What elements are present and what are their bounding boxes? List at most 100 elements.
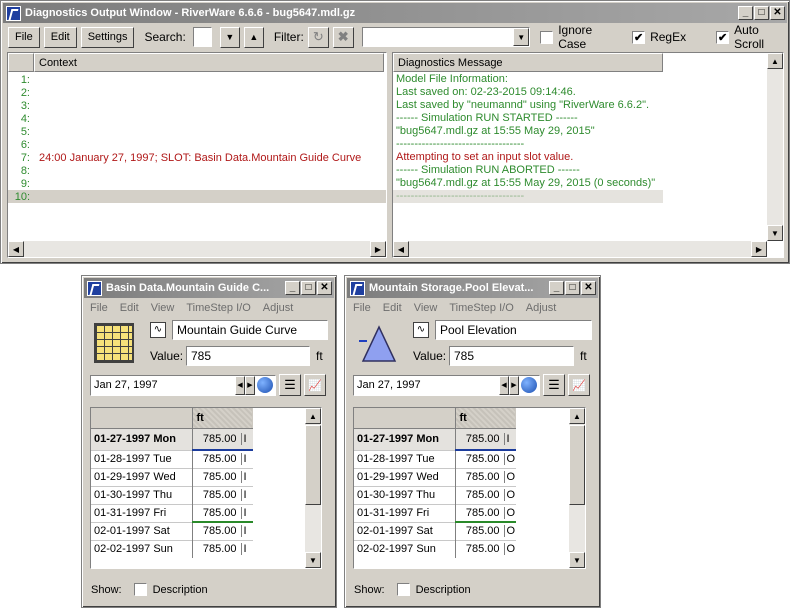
maximize-icon[interactable]: □ bbox=[301, 281, 316, 295]
scroll-down-icon[interactable]: ▼ bbox=[305, 552, 321, 568]
context-row[interactable]: 10: bbox=[8, 190, 386, 203]
menu-timestep-i-o[interactable]: TimeStep I/O bbox=[186, 302, 250, 314]
row-value[interactable]: 785.00 O bbox=[455, 449, 516, 468]
plot-button[interactable]: 📈 bbox=[568, 374, 590, 396]
edit-button[interactable]: Edit bbox=[43, 26, 77, 48]
table-row[interactable]: 01-31-1997 Fri 785.00 O bbox=[354, 503, 516, 522]
scroll-down-icon[interactable]: ▼ bbox=[569, 552, 585, 568]
table-row[interactable]: 01-29-1997 Wed 785.00 O bbox=[354, 467, 516, 486]
context-hscrollbar[interactable]: ◀ ▶ bbox=[8, 241, 386, 257]
context-header[interactable]: Context bbox=[34, 53, 384, 72]
search-down-button[interactable]: ▼ bbox=[219, 26, 240, 48]
row-value[interactable]: 785.00 I bbox=[192, 539, 253, 558]
context-row[interactable]: 7: 24:00 January 27, 1997; SLOT: Basin Da… bbox=[8, 151, 386, 164]
maximize-icon[interactable]: □ bbox=[754, 6, 769, 20]
refresh-filter-button[interactable]: ↻ bbox=[307, 26, 329, 48]
date-next-icon[interactable]: ▶ bbox=[509, 375, 519, 395]
row-value[interactable]: 785.00 I bbox=[192, 449, 253, 468]
table-row[interactable]: 01-27-1997 Mon 785.00 I bbox=[354, 427, 516, 450]
scroll-up-icon[interactable]: ▲ bbox=[305, 408, 321, 424]
message-row[interactable]: "bug5647.mdl.gz at 15:55 May 29, 2015 (0… bbox=[393, 177, 663, 190]
context-row[interactable]: 1: bbox=[8, 73, 386, 86]
row-value[interactable]: 785.00 I bbox=[455, 427, 516, 450]
row-value[interactable]: 785.00 I bbox=[192, 467, 253, 486]
table-row[interactable]: 02-01-1997 Sat 785.00 I bbox=[91, 521, 253, 540]
table-row[interactable]: 01-29-1997 Wed 785.00 I bbox=[91, 467, 253, 486]
menu-edit[interactable]: Edit bbox=[120, 302, 139, 314]
settings-button[interactable]: Settings bbox=[80, 26, 135, 48]
menu-file[interactable]: File bbox=[90, 302, 108, 314]
filter-combo[interactable]: ▼ bbox=[361, 27, 531, 47]
slot-table-vscrollbar[interactable]: ▲ ▼ bbox=[305, 408, 321, 568]
menu-timestep-i-o[interactable]: TimeStep I/O bbox=[449, 302, 513, 314]
row-value[interactable]: 785.00 O bbox=[455, 521, 516, 540]
context-row[interactable]: 8: bbox=[8, 164, 386, 177]
message-row[interactable]: Last saved on: 02-23-2015 09:14:46. bbox=[393, 86, 663, 99]
globe-icon[interactable] bbox=[521, 377, 537, 393]
table-row[interactable]: 01-27-1997 Mon 785.00 I bbox=[91, 427, 253, 450]
context-row[interactable]: 3: bbox=[8, 99, 386, 112]
message-row-selected[interactable] bbox=[393, 190, 663, 203]
search-up-button[interactable]: ▲ bbox=[243, 26, 264, 48]
scroll-thumb[interactable] bbox=[569, 425, 585, 505]
plot-button[interactable]: 📈 bbox=[304, 374, 326, 396]
table-row[interactable]: 02-02-1997 Sun 785.00 O bbox=[354, 539, 516, 558]
menu-view[interactable]: View bbox=[151, 302, 175, 314]
clear-filter-button[interactable]: ✖ bbox=[332, 26, 354, 48]
table-view-button[interactable]: ☰ bbox=[543, 374, 565, 396]
menu-edit[interactable]: Edit bbox=[383, 302, 402, 314]
table-row[interactable]: 02-01-1997 Sat 785.00 O bbox=[354, 521, 516, 540]
message-row[interactable]: Last saved by "neumannd" using "RiverWar… bbox=[393, 99, 663, 112]
context-row[interactable]: 9: bbox=[8, 177, 386, 190]
menu-adjust[interactable]: Adjust bbox=[526, 302, 557, 314]
message-row[interactable]: ------ Simulation RUN ABORTED ------ bbox=[393, 164, 663, 177]
row-value[interactable]: 785.00 O bbox=[455, 485, 516, 504]
message-row[interactable]: ------ Simulation RUN STARTED ------ bbox=[393, 112, 663, 125]
description-checkbox[interactable] bbox=[396, 583, 410, 596]
message-vscrollbar[interactable]: ▲ ▼ bbox=[767, 53, 783, 241]
search-input[interactable] bbox=[192, 27, 212, 47]
table-row[interactable]: 01-28-1997 Tue 785.00 O bbox=[354, 449, 516, 468]
context-row[interactable]: 6: bbox=[8, 138, 386, 151]
message-row[interactable]: ----------------------------------- bbox=[393, 138, 663, 151]
scroll-left-icon[interactable]: ◀ bbox=[393, 241, 409, 257]
minimize-icon[interactable]: _ bbox=[549, 281, 564, 295]
menu-file[interactable]: File bbox=[353, 302, 371, 314]
table-row[interactable]: 01-31-1997 Fri 785.00 I bbox=[91, 503, 253, 522]
scroll-left-icon[interactable]: ◀ bbox=[8, 241, 24, 257]
chevron-down-icon[interactable]: ▼ bbox=[513, 28, 530, 46]
value-field[interactable]: 785 bbox=[449, 346, 574, 366]
scroll-right-icon[interactable]: ▶ bbox=[751, 241, 767, 257]
row-value[interactable]: 785.00 O bbox=[455, 503, 516, 522]
row-value[interactable]: 785.00 O bbox=[455, 467, 516, 486]
context-row[interactable]: 2: bbox=[8, 86, 386, 99]
slot-name-field[interactable]: Mountain Guide Curve bbox=[172, 320, 328, 340]
row-value[interactable]: 785.00 I bbox=[192, 503, 253, 522]
menu-view[interactable]: View bbox=[414, 302, 438, 314]
value-field[interactable]: 785 bbox=[186, 346, 310, 366]
close-icon[interactable]: ✕ bbox=[581, 281, 596, 295]
date-prev-icon[interactable]: ◀ bbox=[235, 375, 245, 395]
column-header-ft[interactable]: ft bbox=[455, 408, 516, 429]
scroll-thumb[interactable] bbox=[305, 425, 321, 505]
row-value[interactable]: 785.00 I bbox=[192, 427, 253, 450]
scroll-up-icon[interactable]: ▲ bbox=[767, 53, 783, 69]
menu-adjust[interactable]: Adjust bbox=[263, 302, 294, 314]
maximize-icon[interactable]: □ bbox=[565, 281, 580, 295]
table-row[interactable]: 01-28-1997 Tue 785.00 I bbox=[91, 449, 253, 468]
ignore-case-checkbox[interactable] bbox=[540, 30, 554, 44]
date-field[interactable]: Jan 27, 1997 ◀ ▶ bbox=[90, 374, 276, 396]
table-row[interactable]: 01-30-1997 Thu 785.00 O bbox=[354, 485, 516, 504]
row-value[interactable]: 785.00 O bbox=[455, 539, 516, 558]
message-row[interactable]: Attempting to set an input slot value. bbox=[393, 151, 663, 164]
date-prev-icon[interactable]: ◀ bbox=[499, 375, 509, 395]
regex-checkbox[interactable]: ✔ bbox=[632, 30, 646, 44]
slot-table-vscrollbar[interactable]: ▲ ▼ bbox=[569, 408, 585, 568]
message-header[interactable]: Diagnostics Message bbox=[393, 53, 663, 72]
message-row[interactable]: Model File Information: bbox=[393, 73, 663, 86]
context-row[interactable]: 4: bbox=[8, 112, 386, 125]
scroll-down-icon[interactable]: ▼ bbox=[767, 225, 783, 241]
slot-titlebar[interactable]: Basin Data.Mountain Guide C... _ □ ✕ bbox=[84, 278, 334, 298]
date-field[interactable]: Jan 27, 1997 ◀ ▶ bbox=[353, 374, 540, 396]
file-button[interactable]: File bbox=[8, 26, 40, 48]
